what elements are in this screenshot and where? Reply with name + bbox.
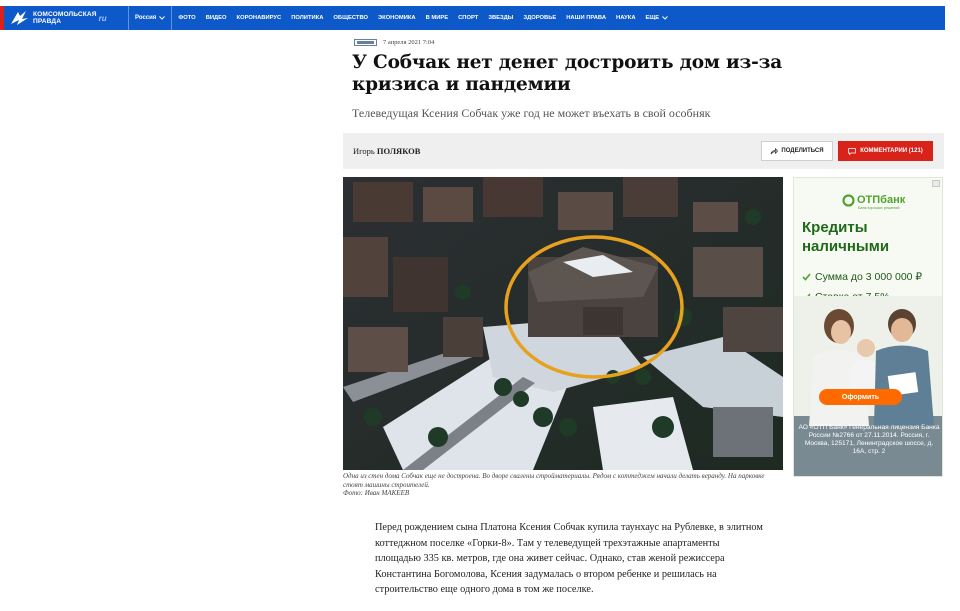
share-label: Поделиться [781,148,824,154]
article-photo[interactable] [343,177,783,470]
ad-banner[interactable]: ОТПбанк Банк хороших решений Кредиты нал… [793,177,943,477]
ad-brand-tagline: Банк хороших решений [858,206,900,210]
ad-legal-text: АО «ОТП Банк» Генеральная лицензия Банка… [798,424,940,455]
ad-choices-icon[interactable] [932,180,940,187]
nav-item-rights[interactable]: Наши права [566,15,606,21]
ad-headline: Кредиты наличными [802,219,890,255]
nav-item-more[interactable]: Еще [646,15,669,21]
logo-line-2: правда [33,18,62,25]
aerial-photo-image [343,177,783,470]
nav-item-health[interactable]: Здоровье [523,15,556,21]
region-selector[interactable]: Россия [128,6,173,30]
article-meta: 7 апреля 2021 7:04 [354,39,434,46]
nav-item-world[interactable]: В мире [426,15,449,21]
nav-item-coronavirus[interactable]: Коронавирус [237,15,282,21]
article-badge-icon [354,39,377,46]
author-name[interactable]: Игорь ПОЛЯКОВ [353,146,420,156]
chevron-down-icon [159,16,166,20]
comment-icon [848,147,857,155]
chevron-down-icon [662,16,669,20]
nav-more-label: Еще [645,15,660,21]
photo-caption-text: Одна из стен дома Собчак еще не достроен… [343,472,765,489]
nav-item-sport[interactable]: Спорт [458,15,478,21]
photo-caption: Одна из стен дома Собчак еще не достроен… [343,472,783,498]
share-button[interactable]: Поделиться [761,141,833,161]
comments-label: Комментарии (121) [860,148,923,154]
check-icon [802,273,811,281]
share-icon [771,147,779,154]
nav-item-politics[interactable]: Политика [291,15,323,21]
nav-item-video[interactable]: Видео [206,15,227,21]
article-body-paragraph: Перед рождением сына Платона Ксения Собч… [375,522,763,595]
region-label: Россия [135,15,157,21]
author-bar: Игорь ПОЛЯКОВ Поделиться Комментарии (12… [343,133,944,169]
nav-item-photo[interactable]: Фото [178,15,195,21]
logo-ru: ru [98,13,107,23]
article-title: У Собчак нет денег достроить дом из-за к… [352,52,783,95]
nav-item-science[interactable]: Наука [616,15,635,21]
nav-item-society[interactable]: Общество [333,15,368,21]
nav-item-economy[interactable]: Экономика [378,15,416,21]
site-header: Комсомольская правда ru Россия Фото Виде… [4,6,945,30]
logo-line-1: Комсомольская [33,11,97,18]
kp-logo-icon [11,11,28,25]
ad-line-amount: Сумма до 3 000 000 ₽ [802,271,922,283]
ad-apply-button[interactable]: Оформить [819,389,902,405]
main-nav: Фото Видео Коронавирус Политика Общество… [172,6,678,30]
nav-item-stars[interactable]: Звезды [488,15,513,21]
otp-logo-icon [842,194,855,207]
article-subtitle: Телеведущая Ксения Собчак уже год не мож… [352,106,711,120]
article-date: 7 апреля 2021 7:04 [383,39,435,46]
comments-button[interactable]: Комментарии (121) [838,141,933,161]
ad-brand-name: ОТПбанк [857,194,906,206]
site-logo[interactable]: Комсомольская правда ru [4,6,128,30]
ad-brand: ОТПбанк Банк хороших решений [842,194,906,210]
photo-credit: Фото: Иван МАКЕЕВ [343,489,410,497]
